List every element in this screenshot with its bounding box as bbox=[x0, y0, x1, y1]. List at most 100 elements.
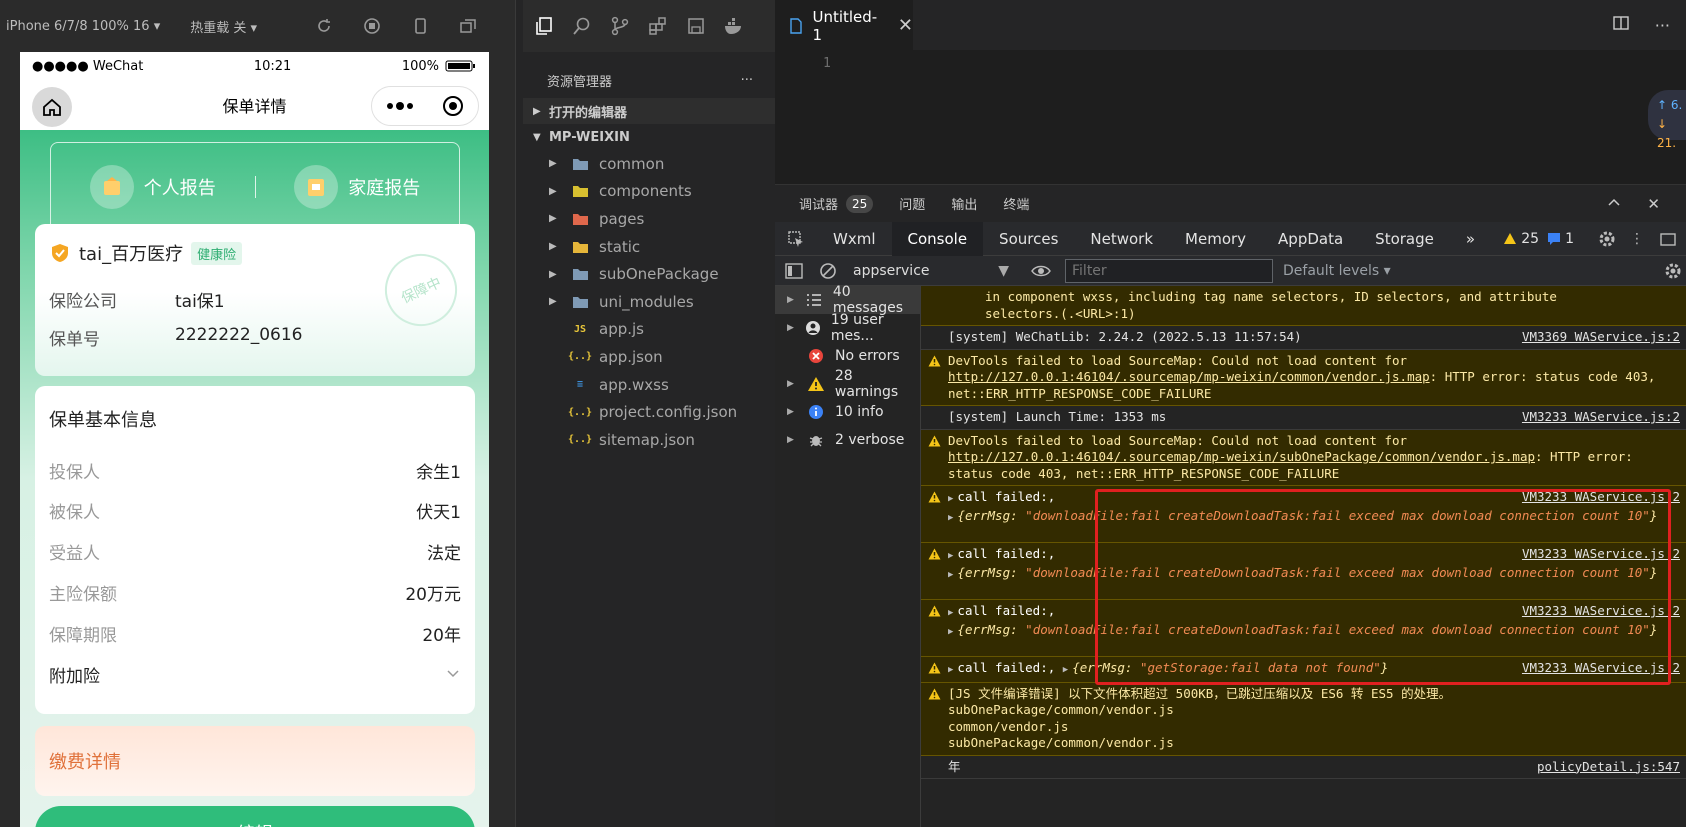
refresh-icon[interactable] bbox=[313, 15, 335, 37]
tab-terminal[interactable]: 终端 bbox=[1003, 194, 1029, 213]
sourcemap-link[interactable]: http://127.0.0.1:46104/.sourcemap/mp-wei… bbox=[948, 369, 1430, 384]
folder-item[interactable]: ▶ static bbox=[523, 233, 775, 261]
home-button[interactable] bbox=[32, 87, 72, 127]
tab-debugger[interactable]: 调试器 25 bbox=[799, 194, 874, 213]
close-miniprogram-icon[interactable] bbox=[442, 95, 464, 117]
console-message[interactable]: DevTools failed to load SourceMap: Could… bbox=[921, 349, 1686, 406]
console-message[interactable]: 年 policyDetail.js:547 bbox=[921, 756, 1686, 779]
phone-icon[interactable] bbox=[409, 15, 431, 37]
panel-divider[interactable] bbox=[515, 0, 523, 827]
log-levels-select[interactable]: Default levels ▾ bbox=[1283, 263, 1391, 279]
chevron-up-icon[interactable] bbox=[1607, 195, 1621, 213]
open-editors-section[interactable]: ▶ 打开的编辑器 bbox=[523, 98, 775, 124]
edit-button[interactable]: 编辑 bbox=[35, 806, 475, 827]
source-link[interactable]: VM3233 WAService.js:2 bbox=[1522, 660, 1680, 677]
console-message[interactable]: ▶ call failed:, ▶ {errMsg: "downloadFile:f… bbox=[921, 600, 1686, 657]
more-tabs-icon[interactable]: » bbox=[1450, 222, 1491, 256]
console-message[interactable]: [system] WeChatLib: 2.24.2 (2022.5.13 11… bbox=[921, 326, 1686, 350]
expand-icon[interactable]: ▶ bbox=[948, 665, 953, 675]
expand-icon[interactable]: ▶ bbox=[1063, 665, 1068, 675]
tab-appdata[interactable]: AppData bbox=[1262, 222, 1359, 256]
tab-console[interactable]: Console bbox=[891, 221, 984, 256]
sourcemap-link[interactable]: http://127.0.0.1:46104/.sourcemap/mp-wei… bbox=[948, 449, 1535, 464]
payment-card[interactable]: 缴费详情 bbox=[35, 726, 475, 796]
folder-item[interactable]: ▶ pages bbox=[523, 205, 775, 233]
code-editor[interactable]: 1 ↑ 6. ↓ 21. bbox=[775, 50, 1686, 184]
expand-icon[interactable]: ▶ bbox=[948, 494, 953, 504]
source-link[interactable]: VM3233 WAService.js:2 bbox=[1522, 603, 1680, 620]
file-item[interactable]: {..} sitemap.json bbox=[523, 426, 775, 454]
filter-input[interactable] bbox=[1065, 258, 1273, 283]
close-panel-icon[interactable]: ✕ bbox=[1647, 195, 1660, 213]
settings-icon[interactable] bbox=[1598, 230, 1616, 248]
rider-row[interactable]: 附加险 bbox=[49, 662, 461, 687]
search-icon[interactable] bbox=[571, 15, 593, 37]
sidebar-toggle-icon[interactable] bbox=[785, 262, 803, 280]
folder-item[interactable]: ▶ uni_modules bbox=[523, 288, 775, 316]
folder-item[interactable]: ▶ common bbox=[523, 150, 775, 178]
dock-icon[interactable] bbox=[1660, 231, 1676, 247]
console-settings-icon[interactable] bbox=[1664, 262, 1682, 280]
console-message[interactable]: ▶ call failed:, ▶ {errMsg: "downloadFile:f… bbox=[921, 543, 1686, 600]
context-select[interactable]: appservice ▼ bbox=[853, 263, 1009, 279]
source-link[interactable]: VM3369 WAService.js:2 bbox=[1522, 329, 1680, 346]
eye-icon[interactable] bbox=[1031, 263, 1051, 279]
stop-icon[interactable] bbox=[361, 15, 383, 37]
more-icon[interactable]: ··· bbox=[1655, 16, 1670, 35]
console-log[interactable]: in component wxss, including tag name se… bbox=[921, 286, 1686, 827]
more-actions-icon[interactable]: ··· bbox=[741, 73, 753, 88]
more-dots-icon[interactable] bbox=[386, 101, 414, 111]
sidebar-filter-item[interactable]: No errors bbox=[775, 342, 920, 370]
source-link[interactable]: VM3233 WAService.js:2 bbox=[1522, 409, 1680, 426]
tab-memory[interactable]: Memory bbox=[1169, 222, 1262, 256]
console-message[interactable]: ▶ call failed:, ▶ {errMsg: "getStorage:fai… bbox=[921, 657, 1686, 683]
source-link[interactable]: VM3233 WAService.js:2 bbox=[1522, 546, 1680, 563]
detach-icon[interactable] bbox=[457, 15, 479, 37]
tab-output[interactable]: 输出 bbox=[951, 194, 977, 213]
kebab-icon[interactable]: ⋮ bbox=[1630, 231, 1644, 247]
expand-icon[interactable]: ▶ bbox=[948, 570, 953, 580]
console-message[interactable]: ▶ call failed:, ▶ {errMsg: "downloadFile:f… bbox=[921, 486, 1686, 543]
tab-storage[interactable]: Storage bbox=[1359, 222, 1450, 256]
tab-wxml[interactable]: Wxml bbox=[817, 222, 892, 256]
console-message[interactable]: [JS 文件编译错误] 以下文件体积超过 500KB，已跳过压缩以及 ES6 转… bbox=[921, 682, 1686, 756]
project-section[interactable]: ▼ MP-WEIXIN bbox=[523, 124, 775, 150]
file-item[interactable]: {..} project.config.json bbox=[523, 398, 775, 426]
expand-icon[interactable]: ▶ bbox=[948, 608, 953, 618]
family-report-button[interactable]: 家庭报告 bbox=[256, 165, 460, 209]
tab-untitled[interactable]: Untitled-1 ✕ bbox=[775, 0, 913, 50]
folder-item[interactable]: ▶ subOnePackage bbox=[523, 260, 775, 288]
sidebar-filter-item[interactable]: ▶ 2 verbose bbox=[775, 426, 920, 454]
inspect-icon[interactable] bbox=[775, 222, 817, 256]
sidebar-filter-item[interactable]: ▶ 10 info bbox=[775, 398, 920, 426]
source-control-icon[interactable] bbox=[609, 15, 631, 37]
tab-sources[interactable]: Sources bbox=[983, 222, 1074, 256]
personal-report-button[interactable]: 个人报告 bbox=[51, 165, 255, 209]
tab-problems[interactable]: 问题 bbox=[899, 194, 925, 213]
issue-counter[interactable]: 25 1 ⋮ bbox=[1503, 230, 1676, 248]
device-select[interactable]: iPhone 6/7/8 100% 16 ▾ bbox=[6, 19, 160, 34]
expand-icon[interactable]: ▶ bbox=[948, 513, 953, 523]
expand-icon[interactable]: ▶ bbox=[948, 627, 953, 637]
docker-icon[interactable] bbox=[723, 15, 745, 37]
files-icon[interactable] bbox=[533, 15, 555, 37]
source-link[interactable]: VM3233 WAService.js:2 bbox=[1522, 489, 1680, 506]
sidebar-filter-item[interactable]: ▶ 19 user mes... bbox=[775, 312, 920, 344]
hotreload-select[interactable]: 热重载 关 ▾ bbox=[190, 17, 257, 36]
console-message[interactable]: [system] Launch Time: 1353 ms VM3233 WASe… bbox=[921, 406, 1686, 430]
source-link[interactable]: policyDetail.js:547 bbox=[1537, 759, 1680, 776]
save-icon[interactable] bbox=[685, 15, 707, 37]
file-item[interactable]: ≡ app.wxss bbox=[523, 371, 775, 399]
file-item[interactable]: JS app.js bbox=[523, 316, 775, 344]
file-item[interactable]: {..} app.json bbox=[523, 343, 775, 371]
clear-console-icon[interactable] bbox=[819, 262, 837, 280]
extensions-icon[interactable] bbox=[647, 15, 669, 37]
folder-item[interactable]: ▶ components bbox=[523, 178, 775, 206]
sidebar-filter-item[interactable]: ▶ 28 warnings bbox=[775, 368, 920, 400]
console-message[interactable]: DevTools failed to load SourceMap: Could… bbox=[921, 429, 1686, 486]
sidebar-filter-item[interactable]: ▶ 40 messages bbox=[775, 284, 920, 316]
split-editor-icon[interactable] bbox=[1613, 15, 1629, 35]
console-message[interactable]: in component wxss, including tag name se… bbox=[921, 286, 1686, 326]
tab-network[interactable]: Network bbox=[1074, 222, 1169, 256]
expand-icon[interactable]: ▶ bbox=[948, 551, 953, 561]
